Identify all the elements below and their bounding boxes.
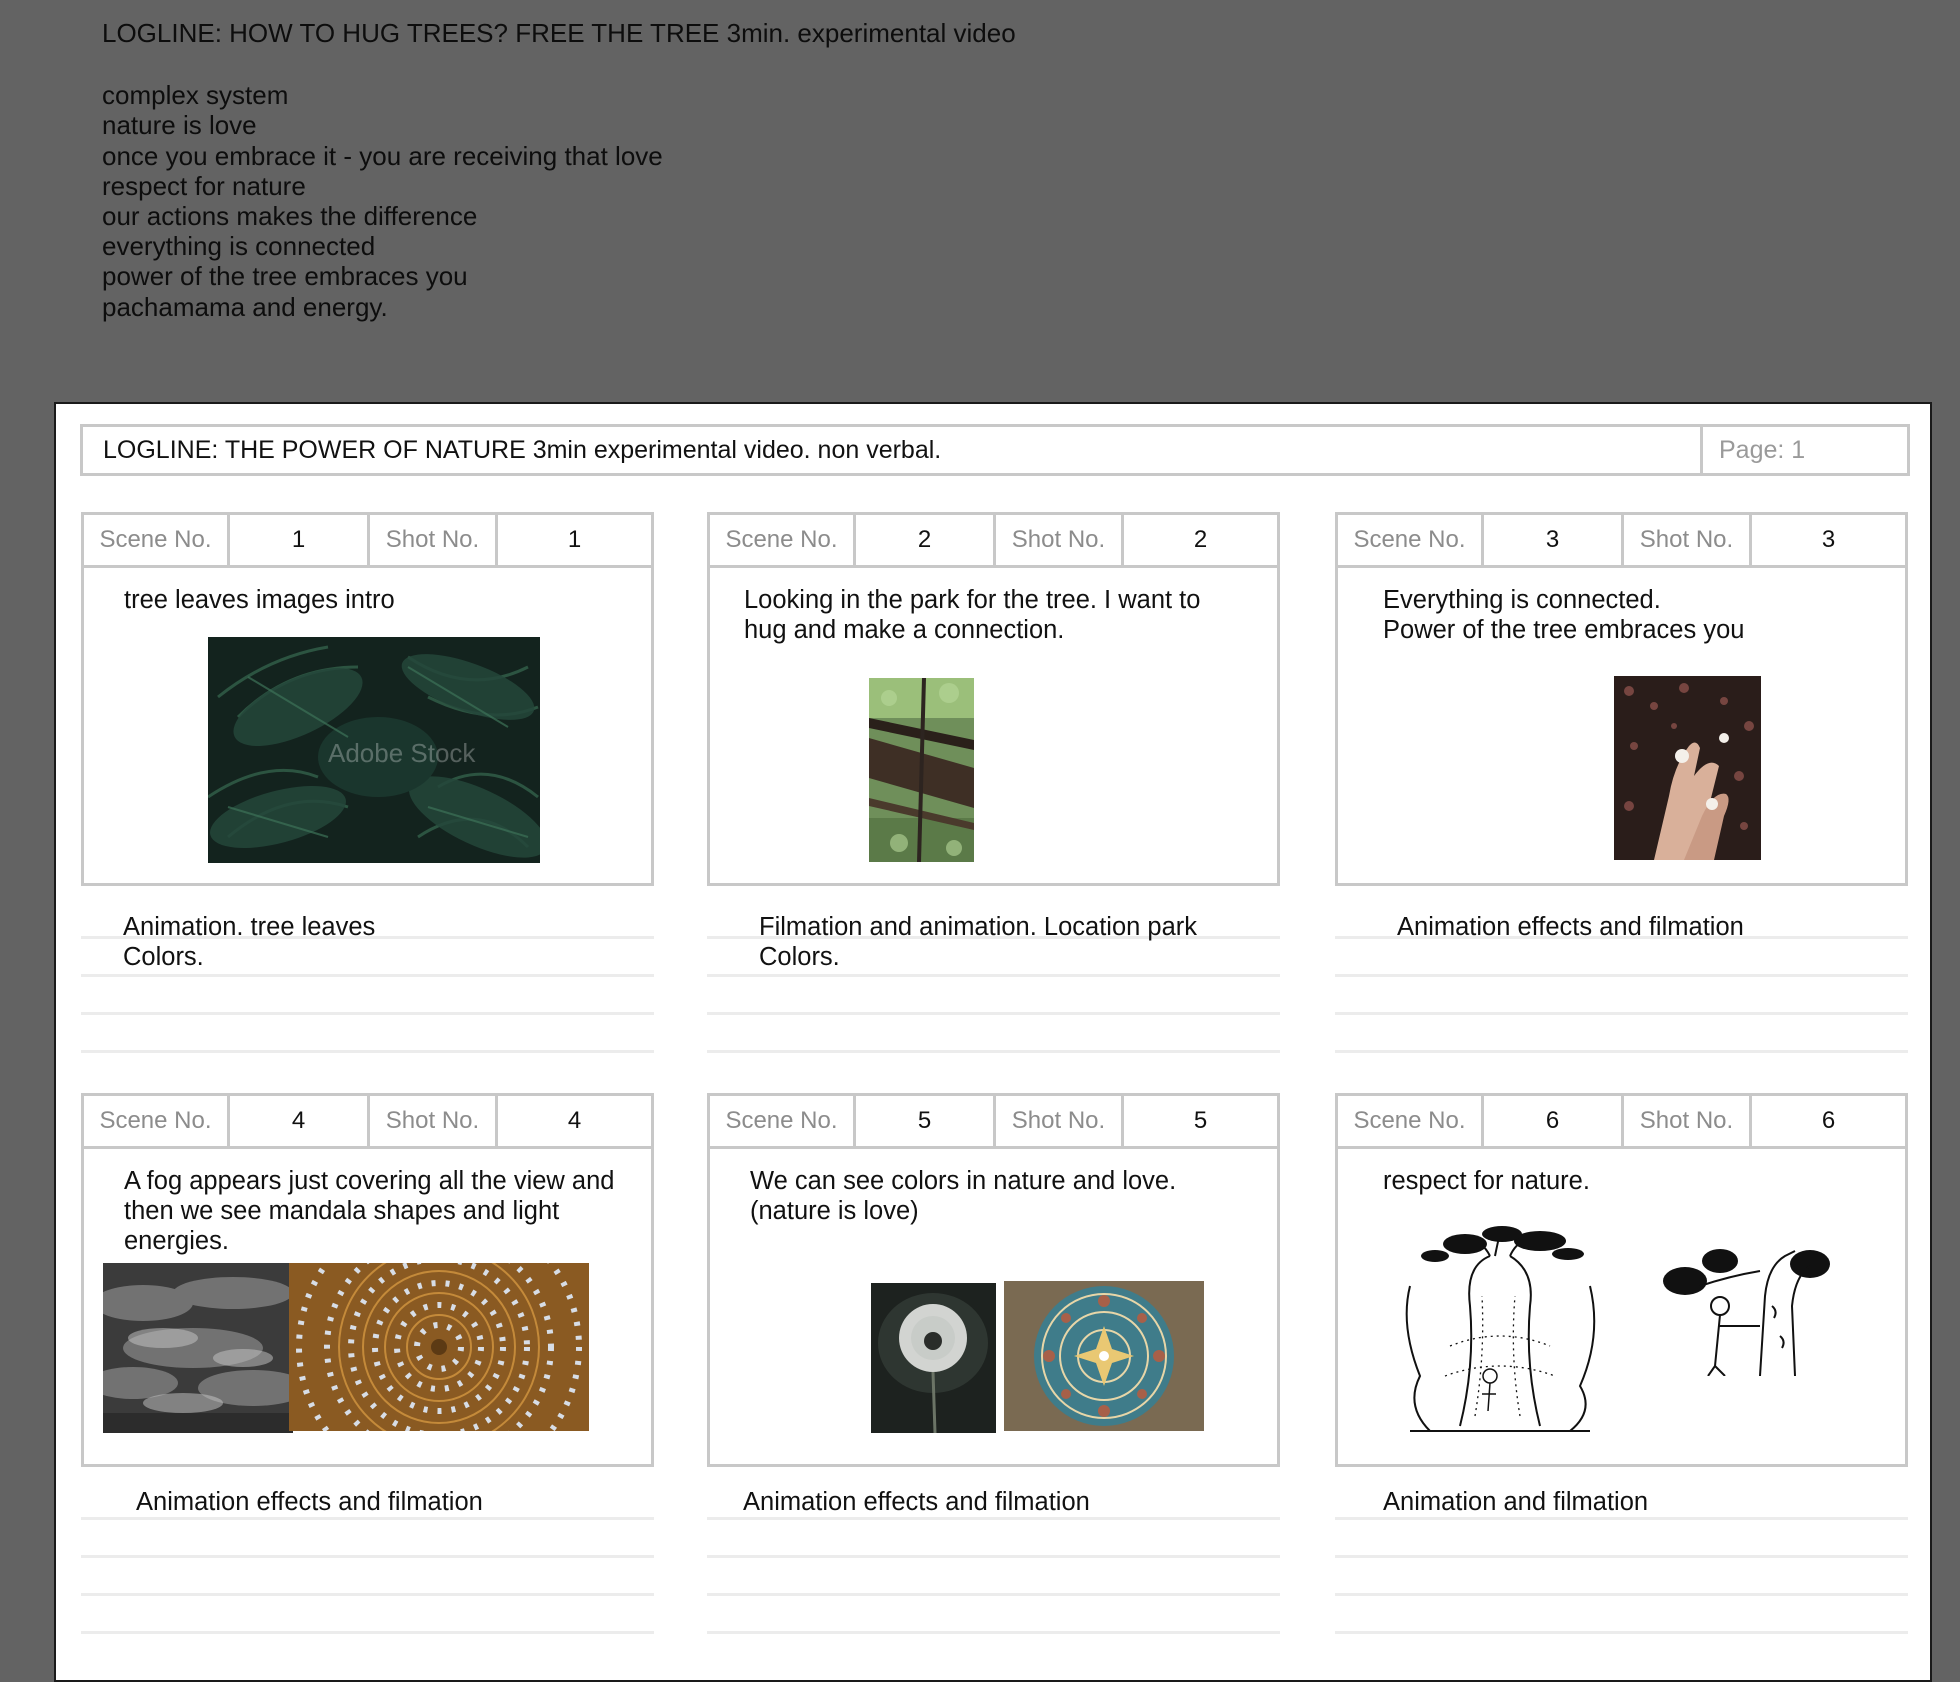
note-line: complex system (102, 80, 289, 111)
tree-trunk-image (869, 678, 974, 862)
storyboard-sheet: LOGLINE: THE POWER OF NATURE 3min experi… (54, 402, 1932, 1682)
note-line: nature is love (102, 110, 257, 141)
note-line: pachamama and energy. (102, 291, 388, 322)
shot-number[interactable]: 4 (498, 1096, 651, 1146)
hands-flowers-image (1614, 676, 1761, 860)
scene-number[interactable]: 1 (230, 515, 370, 565)
panel-header: Scene No. 4 Shot No. 4 (84, 1096, 651, 1149)
description-line: energies. (124, 1227, 229, 1255)
sheet-logline[interactable]: LOGLINE: THE POWER OF NATURE 3min experi… (83, 427, 1700, 473)
action-notes[interactable]: Animation effects and filmation (1397, 912, 1744, 942)
shot-label: Shot No. (996, 1096, 1124, 1146)
shot-number[interactable]: 3 (1752, 515, 1905, 565)
panel-frame: Scene No. 6 Shot No. 6 respect for natur… (1335, 1093, 1908, 1467)
note-line: power of the tree embraces you (102, 261, 468, 292)
panel-header: Scene No. 5 Shot No. 5 (710, 1096, 1277, 1149)
action-notes[interactable]: Animation effects and filmation (136, 1487, 483, 1517)
scene-label: Scene No. (84, 515, 230, 565)
scene-number[interactable]: 6 (1484, 1096, 1624, 1146)
panel-notes: Filmation and animation. Location park C… (707, 912, 1280, 1062)
scene-number[interactable]: 5 (856, 1096, 996, 1146)
description-line: tree leaves images intro (124, 586, 395, 614)
panel-header: Scene No. 2 Shot No. 2 (710, 515, 1277, 568)
panel-frame: Scene No. 1 Shot No. 1 tree leaves image… (81, 512, 654, 886)
description-line: respect for nature. (1383, 1167, 1590, 1195)
shot-label: Shot No. (1624, 515, 1752, 565)
shot-label: Shot No. (1624, 1096, 1752, 1146)
panel-notes: Animation effects and filmation (1335, 912, 1908, 1062)
shot-number[interactable]: 5 (1124, 1096, 1277, 1146)
tree-sketch-image (1390, 1226, 1605, 1436)
action-notes[interactable]: Animation and filmation (1383, 1487, 1648, 1517)
scene-label: Scene No. (710, 1096, 856, 1146)
scene-number[interactable]: 3 (1484, 515, 1624, 565)
action-line: Colors. (123, 943, 204, 971)
panel-description[interactable]: Looking in the park for the tree. I want… (744, 585, 1244, 645)
note-line: our actions makes the difference (102, 201, 478, 232)
note-line: respect for nature (102, 170, 306, 201)
panel-description[interactable]: tree leaves images intro (124, 585, 624, 615)
panel-notes: Animation effects and filmation (707, 1488, 1280, 1643)
panel-frame: Scene No. 2 Shot No. 2 Looking in the pa… (707, 512, 1280, 886)
panel-frame: Scene No. 4 Shot No. 4 A fog appears jus… (81, 1093, 654, 1467)
shot-label: Shot No. (370, 1096, 498, 1146)
tile-mandala-image (1004, 1281, 1204, 1431)
watermark: Adobe Stock (328, 738, 476, 768)
panel-frame: Scene No. 3 Shot No. 3 Everything is con… (1335, 512, 1908, 886)
scene-number[interactable]: 4 (230, 1096, 370, 1146)
panel-header: Scene No. 1 Shot No. 1 (84, 515, 651, 568)
action-line: Filmation and animation. Location park (759, 913, 1197, 941)
description-line: then we see mandala shapes and light (124, 1197, 560, 1225)
shot-number[interactable]: 2 (1124, 515, 1277, 565)
sheet-header: LOGLINE: THE POWER OF NATURE 3min experi… (80, 424, 1910, 476)
action-notes[interactable]: Animation effects and filmation (743, 1487, 1090, 1517)
shot-label: Shot No. (370, 515, 498, 565)
panel-notes: Animation. tree leaves Colors. (81, 912, 654, 1062)
panel-notes: Animation and filmation (1335, 1488, 1908, 1643)
shot-label: Shot No. (996, 515, 1124, 565)
note-line: once you embrace it - you are receiving … (102, 140, 663, 171)
note-line: everything is connected (102, 231, 376, 262)
description-line: Looking in the park for the tree. I want… (744, 586, 1201, 614)
mandala-image (289, 1263, 589, 1431)
action-notes[interactable]: Filmation and animation. Location park C… (759, 912, 1197, 972)
description-line: A fog appears just covering all the view… (124, 1167, 615, 1195)
page-number[interactable]: Page: 1 (1700, 427, 1907, 473)
description-line: Everything is connected. (1383, 586, 1661, 614)
description-line: We can see colors in nature and love. (750, 1167, 1177, 1195)
tropical-leaves-image: Adobe Stock (208, 637, 540, 863)
top-notes: LOGLINE: HOW TO HUG TREES? FREE THE TREE… (102, 18, 1016, 322)
scene-label: Scene No. (1338, 1096, 1484, 1146)
action-line: Animation effects and filmation (743, 1488, 1090, 1516)
description-line: hug and make a connection. (744, 616, 1065, 644)
tree-hug-sketch-image (1660, 1226, 1835, 1376)
panel-frame: Scene No. 5 Shot No. 5 We can see colors… (707, 1093, 1280, 1467)
description-line: (nature is love) (750, 1197, 919, 1225)
panel-description[interactable]: A fog appears just covering all the view… (124, 1166, 624, 1256)
shot-number[interactable]: 6 (1752, 1096, 1905, 1146)
panel-description[interactable]: Everything is connected. Power of the tr… (1383, 585, 1883, 645)
scene-label: Scene No. (84, 1096, 230, 1146)
action-line: Animation effects and filmation (136, 1488, 483, 1516)
action-line: Animation. tree leaves (123, 913, 376, 941)
scene-number[interactable]: 2 (856, 515, 996, 565)
top-logline: LOGLINE: HOW TO HUG TREES? FREE THE TREE… (102, 18, 1016, 48)
panel-header: Scene No. 3 Shot No. 3 (1338, 515, 1905, 568)
panel-notes: Animation effects and filmation (81, 1488, 654, 1643)
scene-label: Scene No. (1338, 515, 1484, 565)
scene-label: Scene No. (710, 515, 856, 565)
panel-description[interactable]: We can see colors in nature and love. (n… (750, 1166, 1250, 1226)
action-line: Colors. (759, 943, 840, 971)
description-line: Power of the tree embraces you (1383, 616, 1745, 644)
shot-number[interactable]: 1 (498, 515, 651, 565)
panel-description[interactable]: respect for nature. (1383, 1166, 1883, 1196)
action-notes[interactable]: Animation. tree leaves Colors. (123, 912, 375, 972)
dandelion-image (871, 1283, 996, 1433)
action-line: Animation effects and filmation (1397, 913, 1744, 941)
action-line: Animation and filmation (1383, 1488, 1649, 1516)
clouds-image (103, 1263, 293, 1433)
panel-header: Scene No. 6 Shot No. 6 (1338, 1096, 1905, 1149)
